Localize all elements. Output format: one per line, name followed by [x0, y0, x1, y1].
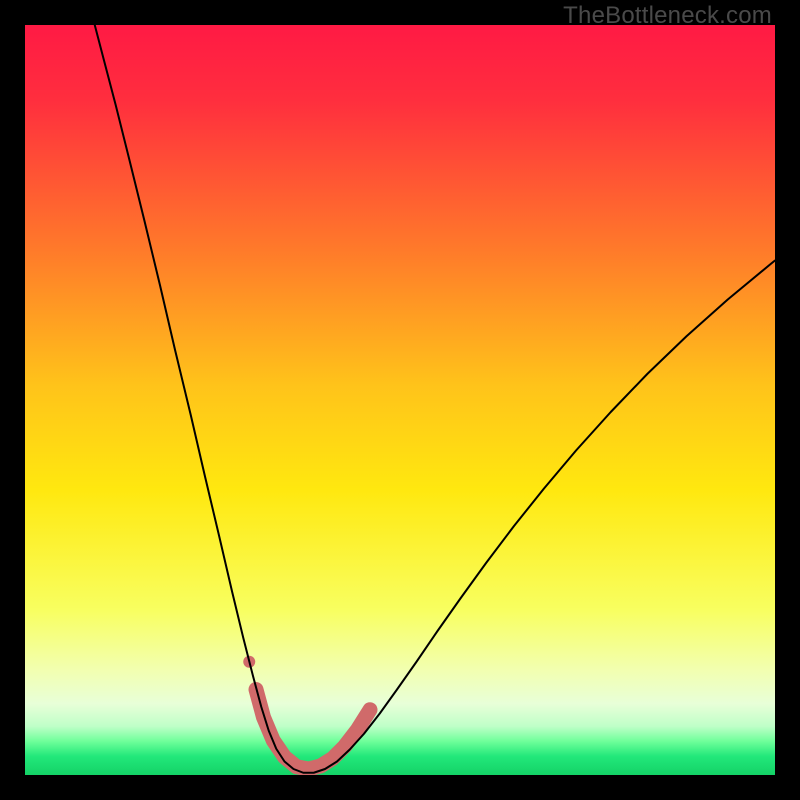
watermark-text: TheBottleneck.com	[563, 2, 772, 30]
bottleneck-chart	[25, 25, 775, 775]
chart-background-gradient	[25, 25, 775, 775]
chart-frame	[25, 25, 775, 775]
